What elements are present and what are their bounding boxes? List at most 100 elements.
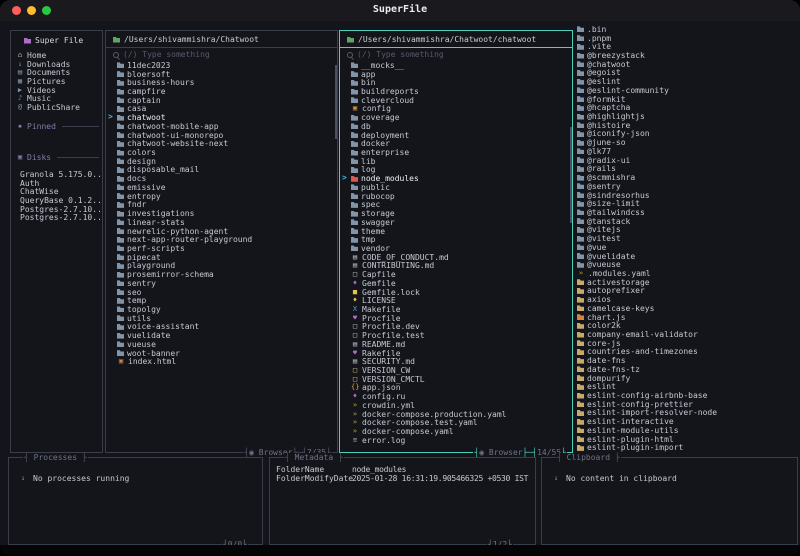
preview-file-iconify-json[interactable]: @iconify-json — [576, 129, 797, 138]
sidebar-item-downloads[interactable]: ↓ Downloads — [11, 60, 102, 69]
file-app-json[interactable]: {} app.json — [340, 383, 571, 392]
preview-file-activestorage[interactable]: activestorage — [576, 278, 797, 287]
file-captain[interactable]: captain — [106, 96, 336, 105]
preview-file-size-limit[interactable]: @size-limit — [576, 199, 797, 208]
file-app[interactable]: app — [340, 70, 571, 79]
file-buildreports[interactable]: buildreports — [340, 87, 571, 96]
preview-file-color2k[interactable]: color2k — [576, 321, 797, 330]
file-campfire[interactable]: campfire — [106, 87, 336, 96]
file-emissive[interactable]: emissive — [106, 183, 336, 192]
file-config[interactable]: ▣ config — [340, 104, 571, 113]
disk-postgres-2-7-10[interactable]: Postgres-2.7.10... — [11, 214, 102, 223]
sidebar-item-documents[interactable]: ▤ Documents — [11, 68, 102, 77]
preview-file-vueuse[interactable]: @vueuse — [576, 260, 797, 269]
file-docker-compose-test-yaml[interactable]: » docker-compose.test.yaml — [340, 418, 571, 427]
preview-file-lk77[interactable]: @lk77 — [576, 147, 797, 156]
preview-file-egoist[interactable]: @egoist — [576, 68, 797, 77]
file-readme-md[interactable]: ▤ README.md — [340, 340, 571, 349]
file-gemfile-lock[interactable]: ■ Gemfile.lock — [340, 288, 571, 297]
file-casa[interactable]: casa — [106, 104, 336, 113]
file-node-modules[interactable]: > node_modules — [340, 174, 571, 184]
preview-file-rails[interactable]: @rails — [576, 164, 797, 173]
preview-file-bin[interactable]: .bin — [576, 25, 797, 34]
preview-file-tailwindcss[interactable]: @tailwindcss — [576, 208, 797, 217]
preview-file-formkit[interactable]: @formkit — [576, 95, 797, 104]
file-disposable-mail[interactable]: disposable_mail — [106, 165, 336, 174]
file-procfile-dev[interactable]: □ Procfile.dev — [340, 322, 571, 331]
preview-file-autoprefixer[interactable]: autoprefixer — [576, 286, 797, 295]
file-voice-assistant[interactable]: voice-assistant — [106, 322, 336, 331]
preview-file-tanstack[interactable]: @tanstack — [576, 217, 797, 226]
file-design[interactable]: design — [106, 157, 336, 166]
panel1-search[interactable]: (/) Type something — [106, 48, 337, 61]
file-topolgy[interactable]: topolgy — [106, 305, 336, 314]
file-config-ru[interactable]: ♦ config.ru — [340, 392, 571, 401]
file-newrelic-python-agent[interactable]: newrelic-python-agent — [106, 227, 336, 236]
file-chatwoot-website-next[interactable]: chatwoot-website-next — [106, 139, 336, 148]
preview-file-eslint-config-airbnb-base[interactable]: eslint-config-airbnb-base — [576, 391, 797, 400]
file-sentry[interactable]: sentry — [106, 279, 336, 288]
file-theme[interactable]: theme — [340, 227, 571, 236]
file-makefile[interactable]: X Makefile — [340, 305, 571, 314]
file-storage[interactable]: storage — [340, 209, 571, 218]
file-coverage[interactable]: coverage — [340, 113, 571, 122]
preview-file-countries-and-timezones[interactable]: countries-and-timezones — [576, 347, 797, 356]
preview-file-eslint-community[interactable]: @eslint-community — [576, 86, 797, 95]
preview-file-camelcase-keys[interactable]: camelcase-keys — [576, 304, 797, 313]
file-playground[interactable]: playground — [106, 261, 336, 270]
file-bloersoft[interactable]: bloersoft — [106, 70, 336, 79]
file-docker-compose-production-yaml[interactable]: » docker-compose.production.yaml — [340, 410, 571, 419]
file-swagger[interactable]: swagger — [340, 218, 571, 227]
preview-file-eslint[interactable]: eslint — [576, 382, 797, 391]
file-code-of-conduct-md[interactable]: ▤ CODE_OF_CONDUCT.md — [340, 253, 571, 262]
preview-file-sindresorhus[interactable]: @sindresorhus — [576, 191, 797, 200]
file-pipecat[interactable]: pipecat — [106, 253, 336, 262]
file-vueuse[interactable]: vueuse — [106, 340, 336, 349]
sidebar-item-publicshare[interactable]: @ PublicShare — [11, 103, 102, 112]
file-contributing-md[interactable]: ▤ CONTRIBUTING.md — [340, 261, 571, 270]
disk-postgres-2-7-10[interactable]: Postgres-2.7.10... — [11, 205, 102, 214]
file-prosemirror-schema[interactable]: prosemirror-schema — [106, 270, 336, 279]
panel1-scrollbar[interactable] — [335, 65, 337, 139]
file-security-md[interactable]: ▤ SECURITY.md — [340, 357, 571, 366]
panel2-scrollbar[interactable] — [570, 127, 572, 223]
preview-file-eslint-config-prettier[interactable]: eslint-config-prettier — [576, 400, 797, 409]
preview-file-company-email-validator[interactable]: company-email-validator — [576, 330, 797, 339]
preview-file-june-so[interactable]: @june-so — [576, 138, 797, 147]
file-public[interactable]: public — [340, 183, 571, 192]
file-spec[interactable]: spec — [340, 200, 571, 209]
preview-file-chatwoot[interactable]: @chatwoot — [576, 60, 797, 69]
file-investigations[interactable]: investigations — [106, 209, 336, 218]
file-gemfile[interactable]: ♦ Gemfile — [340, 279, 571, 288]
file-tmp[interactable]: tmp — [340, 235, 571, 244]
file-error-log[interactable]: ≡ error.log — [340, 436, 571, 445]
file-version-cmctl[interactable]: □ VERSION_CMCTL — [340, 375, 571, 384]
preview-file-modules-yaml[interactable]: » .modules.yaml — [576, 269, 797, 278]
file-chatwoot-ui-monorepo[interactable]: chatwoot-ui-monorepo — [106, 131, 336, 140]
file-log[interactable]: log — [340, 165, 571, 174]
preview-file-chart-js[interactable]: chart.js — [576, 313, 797, 322]
disk-chatwise[interactable]: ChatWise — [11, 187, 102, 196]
file-docker[interactable]: docker — [340, 139, 571, 148]
file-mocks[interactable]: __mocks__ — [340, 61, 571, 70]
sidebar-item-pictures[interactable]: ▦ Pictures — [11, 77, 102, 86]
file-docker-compose-yaml[interactable]: » docker-compose.yaml — [340, 427, 571, 436]
file-deployment[interactable]: deployment — [340, 131, 571, 140]
preview-file-date-fns[interactable]: date-fns — [576, 356, 797, 365]
file-docs[interactable]: docs — [106, 174, 336, 183]
preview-file-highlightjs[interactable]: @highlightjs — [576, 112, 797, 121]
file-procfile-test[interactable]: □ Procfile.test — [340, 331, 571, 340]
file-utils[interactable]: utils — [106, 314, 336, 323]
preview-file-vitest[interactable]: @vitest — [576, 234, 797, 243]
file-chatwoot[interactable]: > chatwoot — [106, 113, 336, 123]
file-license[interactable]: ♦ LICENSE — [340, 296, 571, 305]
preview-file-sentry[interactable]: @sentry — [576, 182, 797, 191]
file-procfile[interactable]: ♥ Procfile — [340, 314, 571, 323]
preview-file-eslint-interactive[interactable]: eslint-interactive — [576, 417, 797, 426]
disk-auth[interactable]: Auth — [11, 179, 102, 188]
file-enterprise[interactable]: enterprise — [340, 148, 571, 157]
file-rubocop[interactable]: rubocop — [340, 192, 571, 201]
sidebar-item-videos[interactable]: ▶ Videos — [11, 86, 102, 95]
sidebar-item-home[interactable]: ⌂ Home — [11, 51, 102, 60]
file-business-hours[interactable]: business-hours — [106, 78, 336, 87]
